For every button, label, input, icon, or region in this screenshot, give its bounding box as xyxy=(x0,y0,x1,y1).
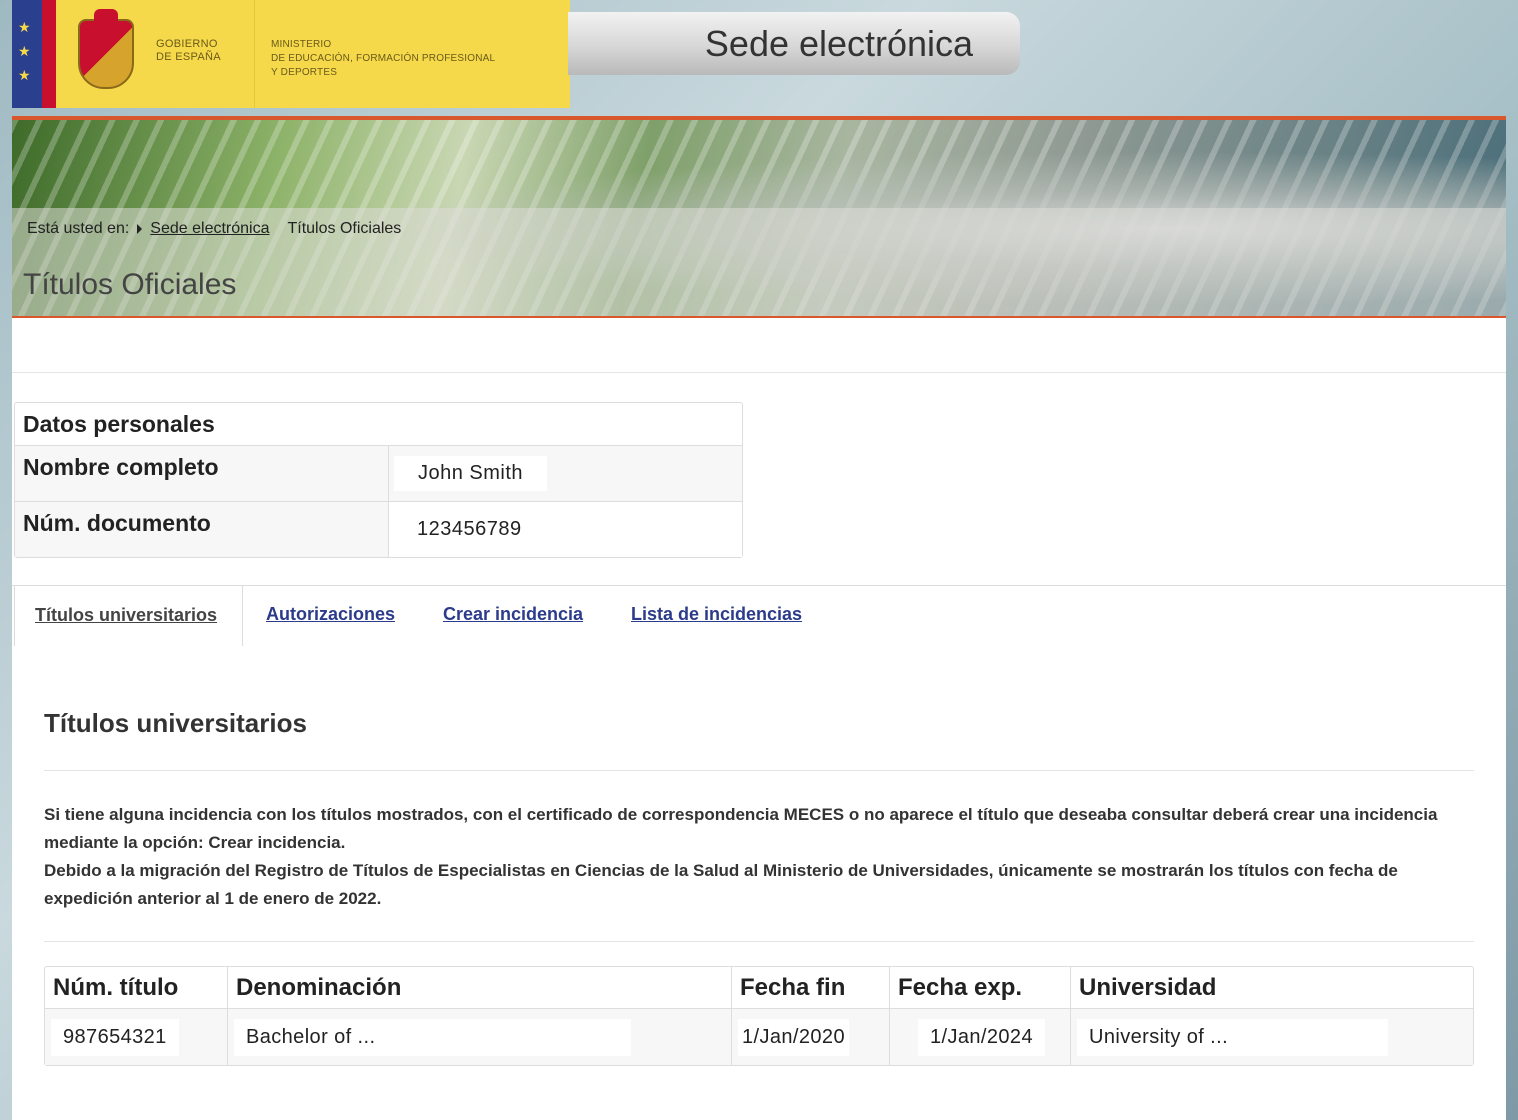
cell-fecha-fin: 1/Jan/2020 xyxy=(738,1018,849,1056)
tab-titulos-universitarios[interactable]: Títulos universitarios xyxy=(14,586,243,646)
table-row: 987654321 Bachelor of ... 1/Jan/2020 1/J… xyxy=(45,1009,1473,1065)
tabs-bar: Títulos universitarios Autorizaciones Cr… xyxy=(12,585,1506,646)
divider xyxy=(12,372,1506,373)
sede-electronica-header[interactable]: Sede electrónica xyxy=(568,12,1020,75)
header-fecha-exp: Fecha exp. xyxy=(890,967,1071,1008)
titles-table: Núm. título Denominación Fecha fin Fecha… xyxy=(44,966,1474,1066)
government-header: ★ ★ ★ GOBIERNO DE ESPAÑA MINISTERIO DE E… xyxy=(12,0,570,108)
tab-autorizaciones[interactable]: Autorizaciones xyxy=(266,604,395,625)
star-icon: ★ xyxy=(18,67,31,83)
section-title: Títulos universitarios xyxy=(44,708,307,738)
page-title: Títulos Oficiales xyxy=(23,268,237,301)
ministry-logo-text: MINISTERIO DE EDUCACIÓN, FORMACIÓN PROFE… xyxy=(271,39,496,78)
cell-denominacion: Bachelor of ... xyxy=(234,1018,632,1056)
notice-paragraph-2: Debido a la migración del Registro de Tí… xyxy=(44,861,1398,908)
header-fecha-fin: Fecha fin xyxy=(732,967,890,1008)
star-icon: ★ xyxy=(18,43,31,59)
personal-data-heading: Datos personales xyxy=(15,403,742,446)
notice-text: Si tiene alguna incidencia con los títul… xyxy=(44,771,1474,941)
cell-universidad: University of ... xyxy=(1077,1018,1389,1056)
document-number-label: Núm. documento xyxy=(15,502,389,557)
personal-data-table: Datos personales Nombre completo John Sm… xyxy=(14,402,743,558)
breadcrumb-link-sede[interactable]: Sede electrónica xyxy=(150,220,269,238)
table-row: Núm. documento 123456789 xyxy=(15,502,742,557)
breadcrumb: Está usted en: Sede electrónica Títulos … xyxy=(27,220,402,238)
full-name-value: John Smith xyxy=(394,456,548,491)
coat-of-arms-icon xyxy=(56,0,156,108)
header-num-titulo: Núm. título xyxy=(45,967,228,1008)
header-universidad: Universidad xyxy=(1079,974,1217,1001)
table-row: Nombre completo John Smith xyxy=(15,446,742,502)
titles-section: Títulos universitarios Si tiene alguna i… xyxy=(44,706,1474,942)
cell-num-titulo: 987654321 xyxy=(51,1018,179,1056)
tab-lista-incidencias[interactable]: Lista de incidencias xyxy=(631,604,802,625)
full-name-label: Nombre completo xyxy=(15,446,389,501)
header-denominacion: Denominación xyxy=(228,967,732,1008)
breadcrumb-current: Títulos Oficiales xyxy=(287,220,402,237)
breadcrumb-arrow-icon xyxy=(137,224,143,234)
star-icon: ★ xyxy=(18,19,31,35)
eu-flag-strip: ★ ★ ★ xyxy=(12,0,56,108)
table-header-row: Núm. título Denominación Fecha fin Fecha… xyxy=(45,967,1473,1009)
document-number-value: 123456789 xyxy=(389,502,742,557)
gobierno-logo-text: GOBIERNO DE ESPAÑA xyxy=(156,38,221,63)
tab-crear-incidencia[interactable]: Crear incidencia xyxy=(443,604,583,625)
page-banner: Está usted en: Sede electrónica Títulos … xyxy=(12,116,1506,318)
cell-fecha-exp: 1/Jan/2024 xyxy=(918,1018,1045,1056)
main-container: Está usted en: Sede electrónica Títulos … xyxy=(12,116,1506,1120)
notice-paragraph-1: Si tiene alguna incidencia con los títul… xyxy=(44,805,1438,852)
divider xyxy=(44,941,1474,942)
